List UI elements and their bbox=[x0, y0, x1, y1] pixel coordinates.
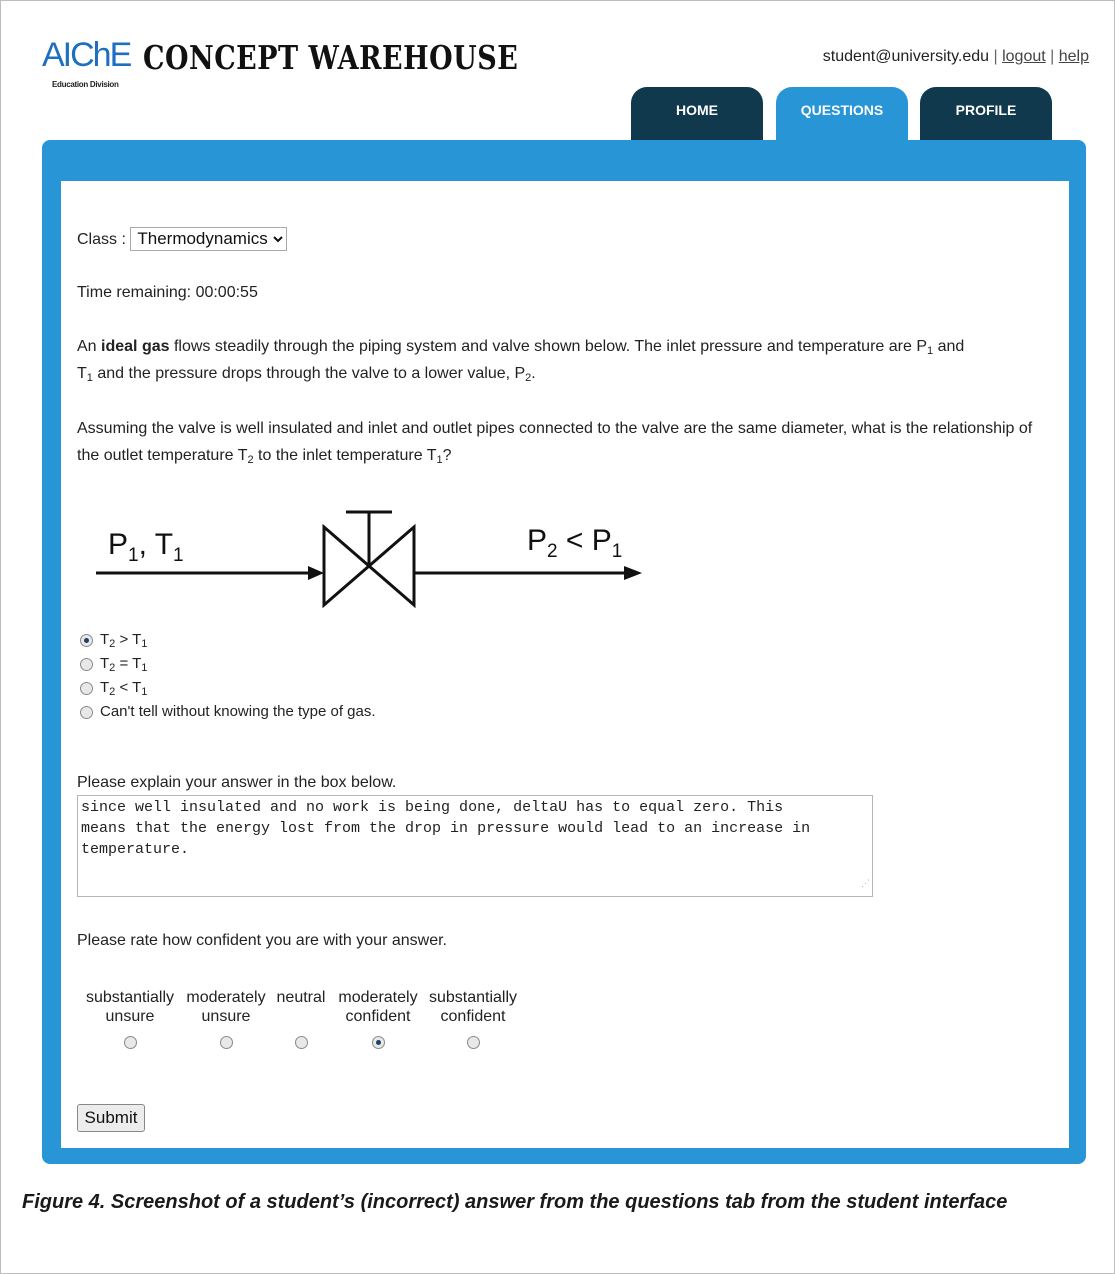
option-row[interactable]: Can't tell without knowing the type of g… bbox=[80, 700, 376, 724]
confidence-line1: neutral bbox=[276, 989, 326, 1006]
tab-home[interactable]: HOME bbox=[631, 87, 763, 141]
option-radio[interactable] bbox=[80, 633, 93, 647]
question-bold-term: ideal gas bbox=[101, 338, 170, 355]
class-label: Class : bbox=[77, 231, 126, 248]
time-remaining: Time remaining: 00:00:55 bbox=[77, 279, 258, 306]
figure-caption: Figure 4. Screenshot of a student’s (inc… bbox=[22, 1191, 1008, 1213]
confidence-line2: unsure bbox=[105, 1008, 155, 1025]
option-row[interactable]: T2 < T1 bbox=[80, 676, 376, 700]
explanation-text: since well insulated and no work is bein… bbox=[81, 799, 811, 858]
question-text: An bbox=[77, 338, 97, 355]
confidence-option[interactable]: moderately unsure bbox=[182, 988, 270, 1049]
confidence-line2: confident bbox=[345, 1008, 411, 1025]
question-text: to the inlet temperature T bbox=[258, 447, 437, 464]
separator: | bbox=[1050, 48, 1055, 65]
class-select[interactable]: Thermodynamics bbox=[130, 226, 288, 251]
question-text: Assuming the valve is well insulated and… bbox=[77, 420, 1033, 464]
confidence-line1: substantially bbox=[85, 989, 175, 1006]
confidence-radio[interactable] bbox=[294, 1036, 308, 1049]
question-text: and the pressure drops through the valve… bbox=[97, 365, 526, 382]
app-title: CONCEPT WAREHOUSE bbox=[143, 40, 519, 78]
tab-profile[interactable]: PROFILE bbox=[920, 87, 1052, 141]
question-text: flows steadily through the piping system… bbox=[173, 338, 927, 355]
option-row[interactable]: T2 > T1 bbox=[80, 628, 376, 652]
confidence-radio[interactable] bbox=[123, 1036, 137, 1049]
explanation-textarea[interactable]: since well insulated and no work is bein… bbox=[77, 795, 873, 897]
confidence-label: Please rate how confident you are with y… bbox=[77, 932, 447, 949]
option-row[interactable]: T2 = T1 bbox=[80, 652, 376, 676]
question-paragraph-2: Assuming the valve is well insulated and… bbox=[77, 420, 1033, 466]
option-radio[interactable] bbox=[80, 657, 93, 671]
confidence-option[interactable]: substantially unsure bbox=[82, 988, 178, 1049]
confidence-radio[interactable] bbox=[219, 1036, 233, 1049]
submit-button[interactable]: Submit bbox=[77, 1104, 145, 1132]
confidence-option[interactable]: neutral bbox=[271, 988, 331, 1049]
help-link[interactable]: help bbox=[1059, 48, 1089, 65]
question-paragraph-1: An ideal gas flows steadily through the … bbox=[77, 338, 965, 384]
explain-label: Please explain your answer in the box be… bbox=[77, 774, 397, 791]
user-email: student@university.edu bbox=[822, 48, 990, 65]
logo-division: Education Division bbox=[52, 80, 119, 89]
class-row: Class : Thermodynamics bbox=[77, 226, 288, 253]
inlet-label: P1, T1 bbox=[108, 528, 184, 566]
option-label: T2 < T1 bbox=[100, 679, 148, 698]
confidence-option[interactable]: substantially confident bbox=[425, 988, 521, 1049]
option-radio[interactable] bbox=[80, 705, 93, 719]
valve-diagram: P1, T1 P2 < P1 bbox=[96, 510, 642, 609]
inlet-arrowhead bbox=[308, 566, 324, 580]
confidence-line2 bbox=[299, 1008, 303, 1025]
confidence-line2: confident bbox=[440, 1008, 506, 1025]
confidence-line1: moderately bbox=[186, 989, 266, 1006]
outlet-arrowhead bbox=[624, 566, 642, 580]
option-label: T2 > T1 bbox=[100, 631, 148, 650]
tab-questions[interactable]: QUESTIONS bbox=[776, 87, 908, 141]
confidence-radio[interactable] bbox=[371, 1036, 385, 1049]
logo-brand: AIChE bbox=[42, 36, 132, 74]
confidence-radio[interactable] bbox=[466, 1036, 480, 1049]
time-label: Time remaining: bbox=[77, 284, 192, 301]
option-radio[interactable] bbox=[80, 681, 93, 695]
user-bar: student@university.edu | logout | help bbox=[823, 48, 1089, 66]
confidence-line2: unsure bbox=[201, 1008, 251, 1025]
question-text: and bbox=[937, 338, 965, 355]
confidence-line1: substantially bbox=[428, 989, 518, 1006]
option-label: T2 = T1 bbox=[100, 655, 148, 674]
logout-link[interactable]: logout bbox=[1002, 48, 1046, 65]
resize-grip-icon[interactable]: ⋰ bbox=[861, 874, 870, 895]
option-label: Can't tell without knowing the type of g… bbox=[100, 703, 376, 720]
outlet-label: P2 < P1 bbox=[527, 524, 622, 562]
answer-options: T2 > T1 T2 = T1 T2 < T1 Can't tell witho… bbox=[80, 628, 376, 724]
separator: | bbox=[993, 48, 998, 65]
time-value: 00:00:55 bbox=[195, 284, 258, 301]
confidence-line1: moderately bbox=[338, 989, 418, 1006]
confidence-option[interactable]: moderately confident bbox=[333, 988, 423, 1049]
